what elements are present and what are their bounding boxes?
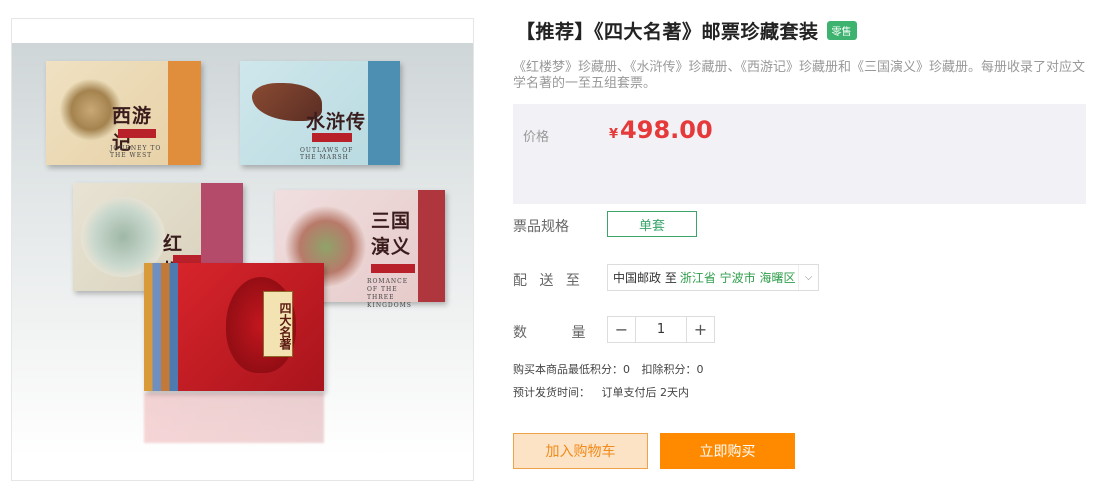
book-subtitle: JOURNEY TO THE WEST	[110, 145, 162, 159]
box-set: 四大名著	[144, 263, 324, 391]
reflection	[144, 393, 324, 443]
quantity-stepper: − 1 +	[607, 316, 715, 343]
book-spine	[168, 61, 201, 165]
product-description: 《红楼梦》珍藏册、《水浒传》珍藏册、《西游记》珍藏册和《三国演义》珍藏册。每册收…	[513, 60, 1086, 91]
buy-now-button[interactable]: 立即购买	[660, 433, 795, 469]
box-title: 四大名著	[263, 291, 293, 357]
product-photo[interactable]: 西游记 JOURNEY TO THE WEST 水浒传 OUTLAWS OF T…	[12, 43, 473, 457]
points-info: 购买本商品最低积分：0 扣除积分：0	[513, 361, 704, 377]
book-shuihuzhuan: 水浒传 OUTLAWS OF THE MARSH	[240, 61, 400, 165]
shipping-location-select[interactable]: 中国邮政 至 浙江省 宁波市 海曙区 ⌵	[607, 264, 819, 291]
box-front: 四大名著	[178, 263, 324, 391]
box-side	[144, 263, 178, 391]
retail-badge: 零售	[826, 21, 857, 40]
spec-option-button[interactable]: 单套	[607, 211, 697, 237]
min-points: 购买本商品最低积分：0	[513, 363, 630, 376]
delivery-value: 订单支付后 2天内	[601, 386, 690, 399]
deduct-points: 扣除积分：0	[641, 363, 704, 376]
price-label: 价格	[523, 130, 550, 145]
spec-label: 票品规格	[513, 219, 569, 235]
add-to-cart-button[interactable]: 加入购物车	[513, 433, 648, 469]
book-spine	[418, 190, 445, 302]
currency-symbol: ¥	[609, 127, 619, 142]
book-band	[371, 264, 415, 273]
book-subtitle: ROMANCE OF THE THREE KINGDOMS	[367, 278, 412, 309]
quantity-input[interactable]: 1	[635, 317, 687, 342]
quantity-label: 数 量	[513, 325, 606, 341]
book-xiyouji: 西游记 JOURNEY TO THE WEST	[46, 61, 201, 165]
product-title: 【推荐】《四大名著》邮票珍藏套装	[516, 21, 819, 43]
book-cover: 西游记 JOURNEY TO THE WEST	[46, 61, 168, 165]
price-amount: 498.00	[620, 116, 713, 144]
delivery-label: 预计发货时间：	[513, 386, 590, 399]
book-subtitle: OUTLAWS OF THE MARSH	[300, 147, 354, 161]
book-title: 三国演义	[371, 210, 412, 258]
decrement-button[interactable]: −	[608, 317, 635, 342]
book-cover: 水浒传 OUTLAWS OF THE MARSH	[240, 61, 368, 165]
title-row: 【推荐】《四大名著》邮票珍藏套装 零售	[516, 17, 857, 44]
chevron-down-icon[interactable]: ⌵	[798, 265, 818, 290]
book-band	[118, 129, 156, 138]
price-value: ¥498.00	[609, 116, 713, 144]
product-image-frame: 西游记 JOURNEY TO THE WEST 水浒传 OUTLAWS OF T…	[11, 18, 474, 481]
shipping-carrier: 中国邮政 至	[613, 271, 677, 285]
shipping-label: 配 送 至	[513, 273, 584, 289]
increment-button[interactable]: +	[687, 317, 714, 342]
book-band	[312, 133, 352, 142]
book-title: 水浒传	[306, 111, 367, 133]
book-spine	[368, 61, 400, 165]
price-panel: 价格 ¥498.00	[513, 104, 1086, 204]
delivery-info: 预计发货时间： 订单支付后 2天内	[513, 384, 689, 400]
shipping-location: 浙江省 宁波市 海曙区	[679, 271, 796, 285]
